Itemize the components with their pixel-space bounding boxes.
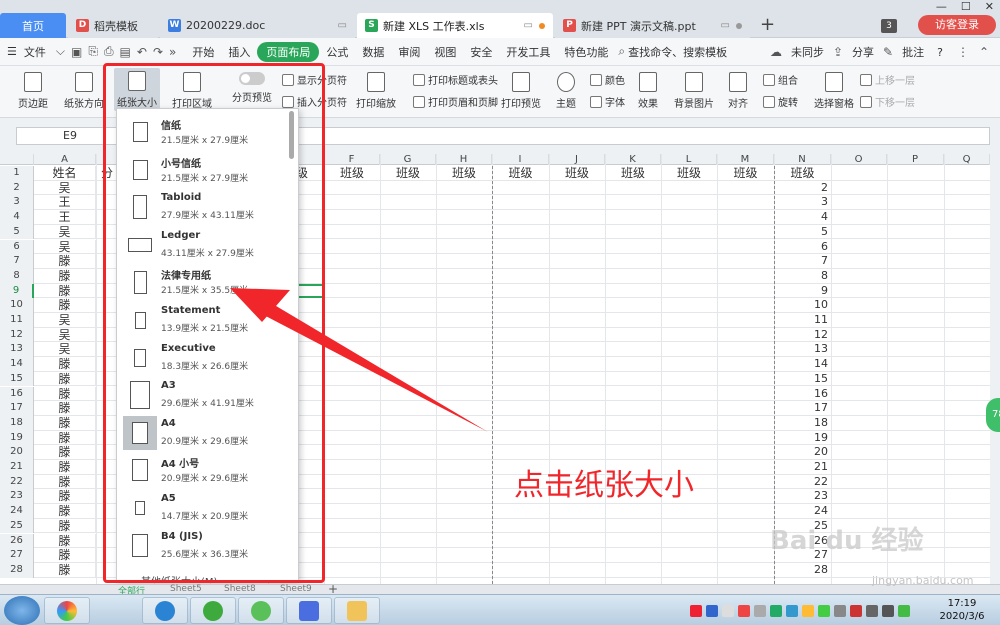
ie-browser-icon — [155, 600, 175, 621]
green-browser-icon — [203, 600, 223, 621]
stop-icon[interactable] — [850, 604, 862, 617]
side-float-badge[interactable]: 78 — [986, 398, 1000, 432]
windows-taskbar: 17:19 2020/3/6 — [0, 594, 1000, 625]
tray-app-icon[interactable] — [738, 604, 750, 617]
wps-icon — [299, 600, 319, 621]
sheet-tab-sheet9[interactable]: Sheet9 — [280, 584, 312, 594]
keyboard-icon[interactable] — [722, 604, 734, 617]
taskbar-clock[interactable]: 17:19 2020/3/6 — [930, 597, 994, 623]
taskbar-browser-green[interactable] — [190, 597, 236, 624]
system-tray — [690, 598, 910, 623]
annotation-text: 点击纸张大小 — [514, 468, 694, 503]
baidu-watermark: Bai du 经验 — [770, 526, 924, 556]
taskbar-explorer[interactable] — [334, 597, 380, 624]
tray-gray-icon[interactable] — [834, 604, 846, 617]
taskbar-wps[interactable] — [286, 597, 332, 624]
sheet-tab-sheet5[interactable]: Sheet5 — [170, 584, 202, 594]
clock-date: 2020/3/6 — [939, 611, 985, 622]
app-colorful-icon — [57, 600, 77, 621]
volume-icon[interactable] — [882, 604, 894, 617]
baidu-watermark-url: jingyan.baidu.com — [872, 574, 974, 587]
start-button-icon[interactable] — [4, 596, 40, 625]
sheet-tab-sheet8[interactable]: Sheet8 — [224, 584, 256, 594]
taskbar-wechat[interactable] — [238, 597, 284, 624]
sheet-tab-bar: 全部行 Sheet5 Sheet8 Sheet9 + — [0, 582, 1000, 597]
wechat-icon — [251, 600, 271, 621]
signal-icon[interactable] — [866, 604, 878, 617]
clock-time: 17:19 — [947, 598, 977, 609]
tray-green-icon[interactable] — [818, 604, 830, 617]
folder-icon — [347, 600, 367, 621]
network-tray-icon[interactable] — [786, 604, 798, 617]
taskbar-app-colorful[interactable] — [44, 597, 90, 624]
battery-icon[interactable] — [898, 604, 910, 617]
security-icon[interactable] — [770, 604, 782, 617]
sogou-icon[interactable] — [690, 604, 702, 617]
help-icon[interactable] — [706, 604, 718, 617]
shield-icon[interactable] — [802, 604, 814, 617]
taskbar-ie[interactable] — [142, 597, 188, 624]
settings-icon[interactable] — [754, 604, 766, 617]
